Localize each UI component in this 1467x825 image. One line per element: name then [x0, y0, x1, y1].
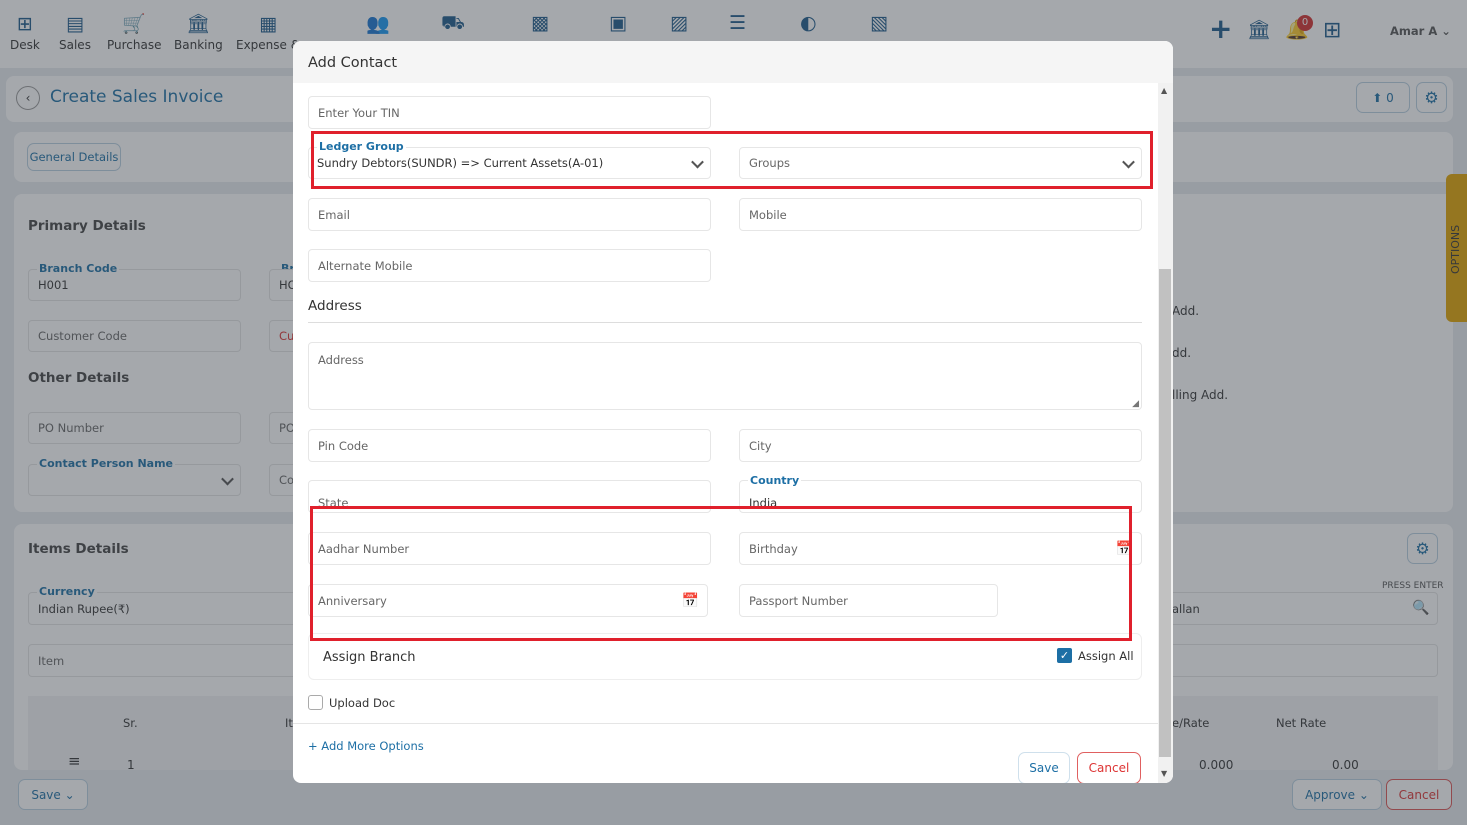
highlight-box	[310, 506, 1132, 641]
modal-cancel-button[interactable]: Cancel	[1077, 752, 1141, 783]
upload-doc-checkbox[interactable]	[308, 695, 323, 710]
pin-code-input[interactable]: Pin Code	[308, 429, 711, 462]
resize-handle-icon[interactable]: ◢	[1132, 399, 1139, 409]
scroll-up-icon[interactable]: ▲	[1161, 86, 1167, 95]
highlight-box	[311, 131, 1153, 189]
city-input[interactable]: City	[739, 429, 1142, 462]
add-more-options-link[interactable]: + Add More Options	[308, 739, 424, 753]
scrollbar-thumb[interactable]	[1159, 269, 1171, 757]
modal-header: Add Contact	[293, 41, 1173, 83]
assign-all-checkbox[interactable]: ✓	[1057, 648, 1072, 663]
upload-doc-label: Upload Doc	[329, 696, 396, 710]
divider	[293, 723, 1158, 724]
scrollbar[interactable]: ▲ ▼	[1158, 83, 1173, 783]
modal-save-button[interactable]: Save	[1018, 752, 1070, 783]
add-contact-modal: Add Contact ▲ ▼ Enter Your TIN Sundry De…	[293, 41, 1173, 783]
mobile-input[interactable]: Mobile	[739, 198, 1142, 231]
scroll-down-icon[interactable]: ▼	[1161, 769, 1167, 778]
email-input[interactable]: Email	[308, 198, 711, 231]
tin-input[interactable]: Enter Your TIN	[308, 96, 711, 129]
modal-title: Add Contact	[308, 55, 398, 71]
address-textarea[interactable]: Address ◢	[308, 342, 1142, 410]
assign-branch-heading: Assign Branch	[323, 650, 416, 665]
divider	[308, 322, 1142, 323]
address-heading: Address	[308, 298, 362, 314]
alternate-mobile-input[interactable]: Alternate Mobile	[308, 249, 711, 282]
assign-all-label: Assign All	[1078, 649, 1134, 663]
country-label: Country	[748, 474, 802, 487]
